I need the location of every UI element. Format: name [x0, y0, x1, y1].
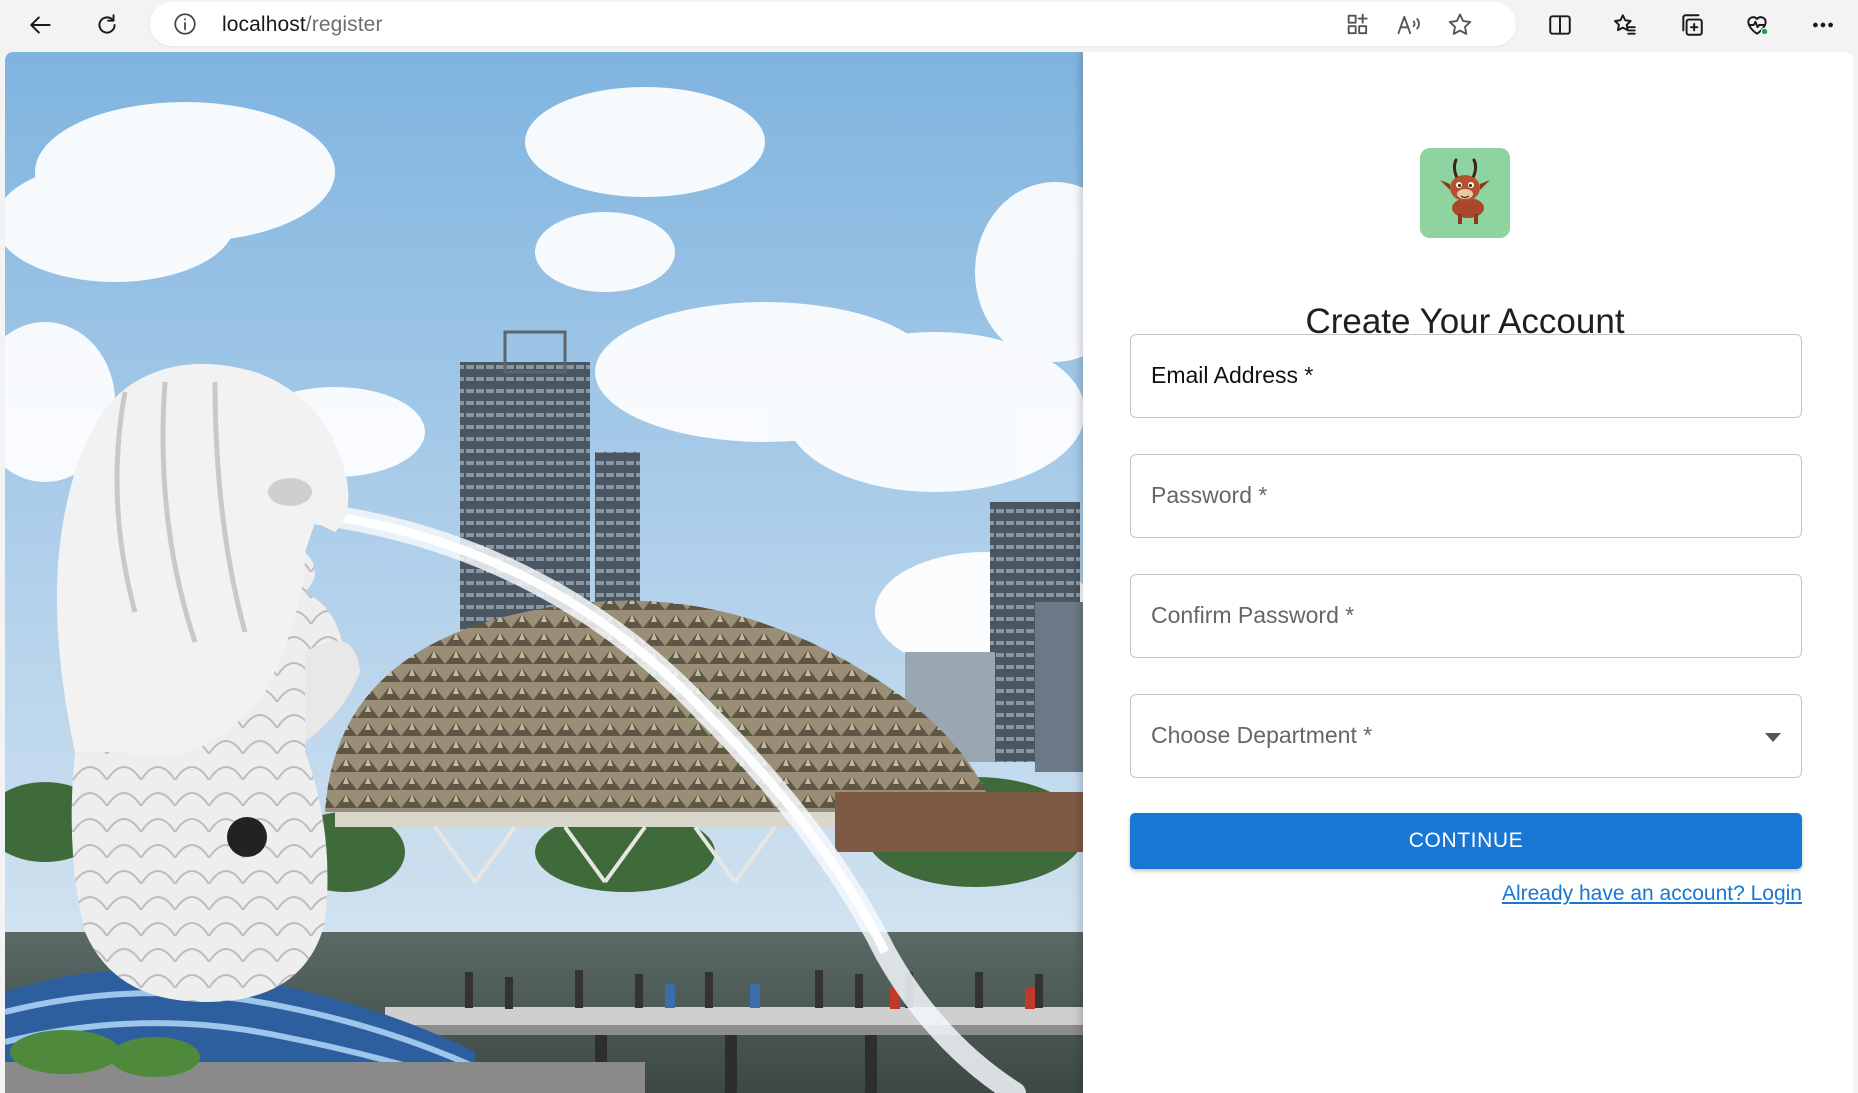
- app-available-icon[interactable]: [1344, 11, 1372, 39]
- split-screen-icon[interactable]: [1540, 5, 1580, 45]
- info-icon[interactable]: [172, 11, 198, 37]
- login-link[interactable]: Already have an account? Login: [1502, 882, 1802, 906]
- password-label: Password *: [1151, 482, 1268, 508]
- read-aloud-icon[interactable]: [1395, 11, 1423, 39]
- star-icon[interactable]: [1446, 11, 1474, 39]
- email-label: Email Address *: [1151, 362, 1314, 388]
- antelope-mascot-icon: [1440, 158, 1490, 224]
- continue-button[interactable]: CONTINUE: [1130, 813, 1802, 869]
- url-text[interactable]: localhost/register: [222, 13, 383, 37]
- collections-icon[interactable]: [1672, 5, 1712, 45]
- hero-image: [5, 52, 1083, 1093]
- register-panel: Create Your Account Email Address * Pass…: [1083, 52, 1853, 1093]
- confirm-password-field[interactable]: Confirm Password *: [1130, 574, 1802, 658]
- department-select[interactable]: Choose Department *: [1130, 694, 1802, 778]
- chevron-down-icon[interactable]: [1765, 733, 1781, 742]
- heart-pulse-icon[interactable]: [1737, 5, 1777, 45]
- more-icon[interactable]: [1803, 5, 1843, 45]
- address-bar[interactable]: localhost/register: [150, 2, 1516, 46]
- app-logo: [1420, 148, 1510, 238]
- favorites-icon[interactable]: [1605, 5, 1645, 45]
- url-path: /register: [305, 13, 383, 36]
- password-field[interactable]: Password *: [1130, 454, 1802, 538]
- page-viewport: Create Your Account Email Address * Pass…: [5, 52, 1853, 1093]
- department-label: Choose Department *: [1151, 722, 1373, 748]
- browser-toolbar: localhost/register: [0, 0, 1858, 50]
- confirm-password-label: Confirm Password *: [1151, 602, 1355, 628]
- refresh-icon[interactable]: [87, 5, 127, 45]
- email-field[interactable]: Email Address *: [1130, 334, 1802, 418]
- url-host: localhost: [222, 13, 306, 36]
- back-arrow-icon[interactable]: [21, 5, 61, 45]
